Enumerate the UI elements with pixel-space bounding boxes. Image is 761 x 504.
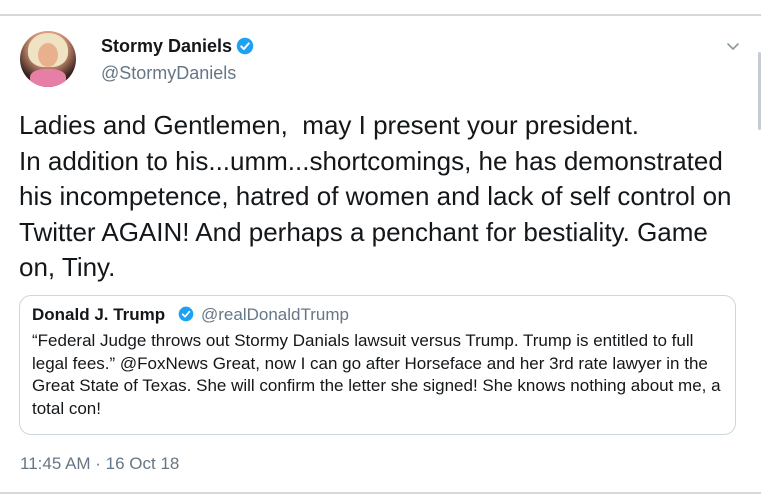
author-handle[interactable]: @StormyDaniels [101, 63, 236, 84]
bottom-divider [0, 492, 761, 494]
quoted-tweet[interactable]: Donald J. Trump @realDonaldTrump “Federa… [19, 295, 736, 435]
verified-badge-icon [236, 37, 254, 55]
avatar[interactable] [20, 31, 76, 87]
tweet-text: Ladies and Gentlemen, may I present your… [19, 110, 732, 282]
tweet-timestamp[interactable]: 11:45 AM · 16 Oct 18 [20, 454, 179, 474]
avatar-clothing [30, 69, 66, 87]
quote-verified-badge-icon [178, 306, 194, 322]
quote-author-handle: @realDonaldTrump [201, 305, 349, 324]
tweet-page: Stormy Daniels @StormyDaniels Ladies and… [0, 0, 761, 504]
quote-text: “Federal Judge throws out Stormy Danials… [32, 331, 721, 418]
quote-author-name: Donald J. Trump [32, 305, 166, 324]
top-divider [0, 14, 761, 16]
chevron-down-icon[interactable] [726, 42, 740, 52]
avatar-face [38, 43, 58, 67]
author-name[interactable]: Stormy Daniels [101, 36, 232, 57]
